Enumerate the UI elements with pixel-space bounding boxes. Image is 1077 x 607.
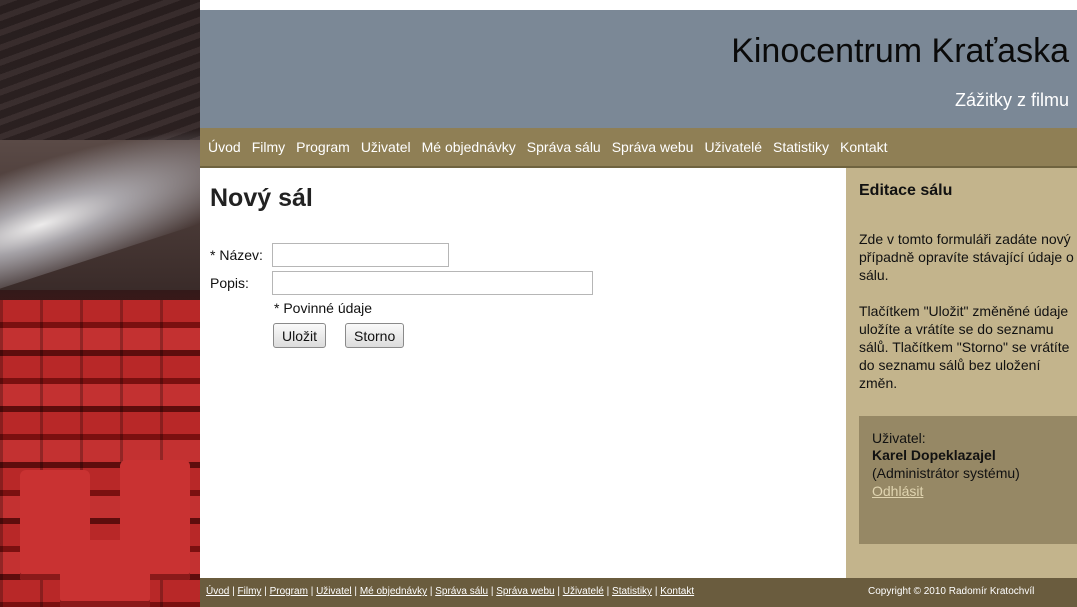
- nav-item-program[interactable]: Program: [296, 139, 350, 155]
- save-button[interactable]: Uložit: [273, 323, 327, 348]
- cancel-button[interactable]: Storno: [345, 323, 405, 348]
- nav-item-sprava-webu[interactable]: Správa webu: [612, 139, 694, 155]
- nav-item-uzivatel[interactable]: Uživatel: [361, 139, 411, 155]
- name-row: * Název:: [210, 243, 449, 267]
- user-panel: Uživatel: Karel Dopeklazajel (Administrá…: [859, 416, 1077, 544]
- required-note: * Povinné údaje: [274, 300, 373, 316]
- footer-link-me-objednavky[interactable]: Mé objednávky: [360, 586, 427, 597]
- footer-link-uvod[interactable]: Úvod: [206, 586, 229, 597]
- nav-item-statistiky[interactable]: Statistiky: [773, 139, 829, 155]
- footer-separator: |: [427, 586, 436, 597]
- seat-shape: [60, 540, 150, 607]
- footer-link-uzivatel[interactable]: Uživatel: [316, 586, 352, 597]
- footer-link-sprava-salu[interactable]: Správa sálu: [435, 586, 488, 597]
- user-label: Uživatel:: [872, 430, 926, 446]
- nav-item-uzivatele[interactable]: Uživatelé: [704, 139, 762, 155]
- footer-separator: |: [488, 586, 497, 597]
- footer-separator: |: [261, 586, 270, 597]
- footer-separator: |: [652, 586, 661, 597]
- footer-link-sprava-webu[interactable]: Správa webu: [496, 586, 554, 597]
- footer-separator: |: [603, 586, 613, 597]
- sidebar-paragraph-help: Tlačítkem "Uložit" změněné údaje uložíte…: [859, 303, 1070, 391]
- description-label: Popis:: [210, 275, 249, 291]
- main-navigation: Úvod Filmy Program Uživatel Mé objednávk…: [200, 128, 1077, 168]
- user-name: Karel Dopeklazajel: [872, 447, 996, 463]
- nav-item-sprava-salu[interactable]: Správa sálu: [527, 139, 601, 155]
- footer-separator: |: [307, 586, 317, 597]
- description-row: Popis:: [210, 271, 593, 295]
- footer-link-filmy[interactable]: Filmy: [238, 586, 262, 597]
- footer-link-program[interactable]: Program: [270, 586, 308, 597]
- site-header: Kinocentrum Kraťaska Zážitky z filmu: [200, 10, 1077, 128]
- footer-separator: |: [229, 586, 238, 597]
- sidebar-title: Editace sálu: [859, 182, 953, 199]
- footer-separator: |: [351, 586, 360, 597]
- footer-link-statistiky[interactable]: Statistiky: [612, 586, 652, 597]
- cinema-hall-photo: [0, 0, 200, 607]
- footer-link-uzivatele[interactable]: Uživatelé: [563, 586, 604, 597]
- name-label: * Název:: [210, 247, 263, 263]
- sidebar-paragraph-intro: Zde v tomto formuláři zadáte nový případ…: [859, 231, 1074, 283]
- name-input[interactable]: [272, 243, 449, 267]
- site-title: Kinocentrum Kraťaska: [731, 32, 1069, 70]
- site-footer: Úvod | Filmy | Program | Uživatel | Mé o…: [200, 578, 1077, 607]
- nav-item-uvod[interactable]: Úvod: [208, 139, 241, 155]
- footer-link-kontakt[interactable]: Kontakt: [660, 586, 694, 597]
- nav-item-me-objednavky[interactable]: Mé objednávky: [422, 139, 516, 155]
- nav-item-filmy[interactable]: Filmy: [252, 139, 285, 155]
- logout-link[interactable]: Odhlásit: [872, 483, 923, 499]
- site-subtitle: Zážitky z filmu: [954, 90, 1069, 110]
- footer-links: Úvod | Filmy | Program | Uživatel | Mé o…: [206, 586, 694, 597]
- description-input[interactable]: [272, 271, 593, 295]
- copyright-text: Copyright © 2010 Radomír Kratochvíl: [868, 586, 1035, 597]
- footer-separator: |: [554, 586, 563, 597]
- page-title: Nový sál: [210, 184, 313, 212]
- sidebar: Editace sálu Zde v tomto formuláři zadát…: [846, 168, 1077, 578]
- nav-item-kontakt[interactable]: Kontakt: [840, 139, 887, 155]
- main-content: Nový sál * Název: Popis: * Povinné údaje…: [200, 168, 846, 578]
- user-role: (Administrátor systému): [872, 465, 1020, 481]
